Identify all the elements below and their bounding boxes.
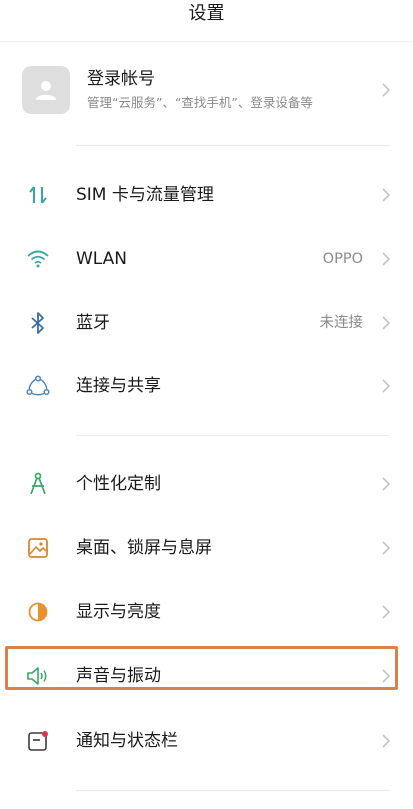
display-brightness-row[interactable]: 显示与亮度 bbox=[0, 592, 413, 632]
item-label: 连接与共享 bbox=[76, 376, 161, 396]
item-label: WLAN bbox=[76, 249, 128, 269]
sim-data-icon bbox=[24, 183, 52, 207]
item-label: 个性化定制 bbox=[76, 474, 161, 494]
chevron-right-icon bbox=[382, 734, 391, 748]
wlan-row[interactable]: WLAN OPPO bbox=[0, 239, 413, 279]
home-lock-screen-row[interactable]: 桌面、锁屏与息屏 bbox=[0, 528, 413, 568]
notification-icon bbox=[24, 729, 52, 753]
personalize-icon bbox=[24, 472, 52, 496]
personalization-row[interactable]: 个性化定制 bbox=[0, 464, 413, 504]
header-divider bbox=[0, 41, 413, 42]
item-label: 桌面、锁屏与息屏 bbox=[76, 538, 212, 558]
account-subtitle: 管理“云服务”、“查找手机”、登录设备等 bbox=[87, 95, 313, 110]
section-divider bbox=[76, 790, 389, 791]
section-divider bbox=[76, 145, 389, 146]
bluetooth-row[interactable]: 蓝牙 未连接 bbox=[0, 303, 413, 343]
highlight-box bbox=[5, 646, 398, 690]
person-avatar-icon bbox=[22, 66, 70, 114]
chevron-right-icon bbox=[382, 379, 391, 393]
item-label: 显示与亮度 bbox=[76, 602, 161, 622]
chevron-right-icon bbox=[382, 605, 391, 619]
item-label: SIM 卡与流量管理 bbox=[76, 185, 214, 205]
chevron-right-icon bbox=[382, 316, 391, 330]
page-title: 设置 bbox=[188, 3, 225, 24]
chevron-right-icon bbox=[382, 188, 391, 202]
wallpaper-icon bbox=[24, 536, 52, 560]
bluetooth-icon bbox=[24, 311, 52, 335]
chevron-right-icon bbox=[382, 477, 391, 491]
notification-statusbar-row[interactable]: 通知与状态栏 bbox=[0, 721, 413, 761]
sim-data-row[interactable]: SIM 卡与流量管理 bbox=[0, 175, 413, 215]
wifi-icon bbox=[24, 247, 52, 271]
account-title: 登录帐号 bbox=[87, 69, 155, 89]
item-label: 通知与状态栏 bbox=[76, 731, 178, 751]
chevron-right-icon bbox=[382, 541, 391, 555]
account-login-row[interactable]: 登录帐号 管理“云服务”、“查找手机”、登录设备等 bbox=[0, 62, 413, 124]
brightness-icon bbox=[24, 600, 52, 624]
chevron-right-icon bbox=[382, 83, 391, 97]
bluetooth-value: 未连接 bbox=[319, 315, 364, 331]
wlan-value: OPPO bbox=[322, 251, 363, 267]
chevron-right-icon bbox=[382, 252, 391, 266]
item-label: 蓝牙 bbox=[76, 313, 110, 333]
share-connect-icon bbox=[24, 374, 52, 398]
section-divider bbox=[76, 435, 389, 436]
connection-sharing-row[interactable]: 连接与共享 bbox=[0, 366, 413, 406]
